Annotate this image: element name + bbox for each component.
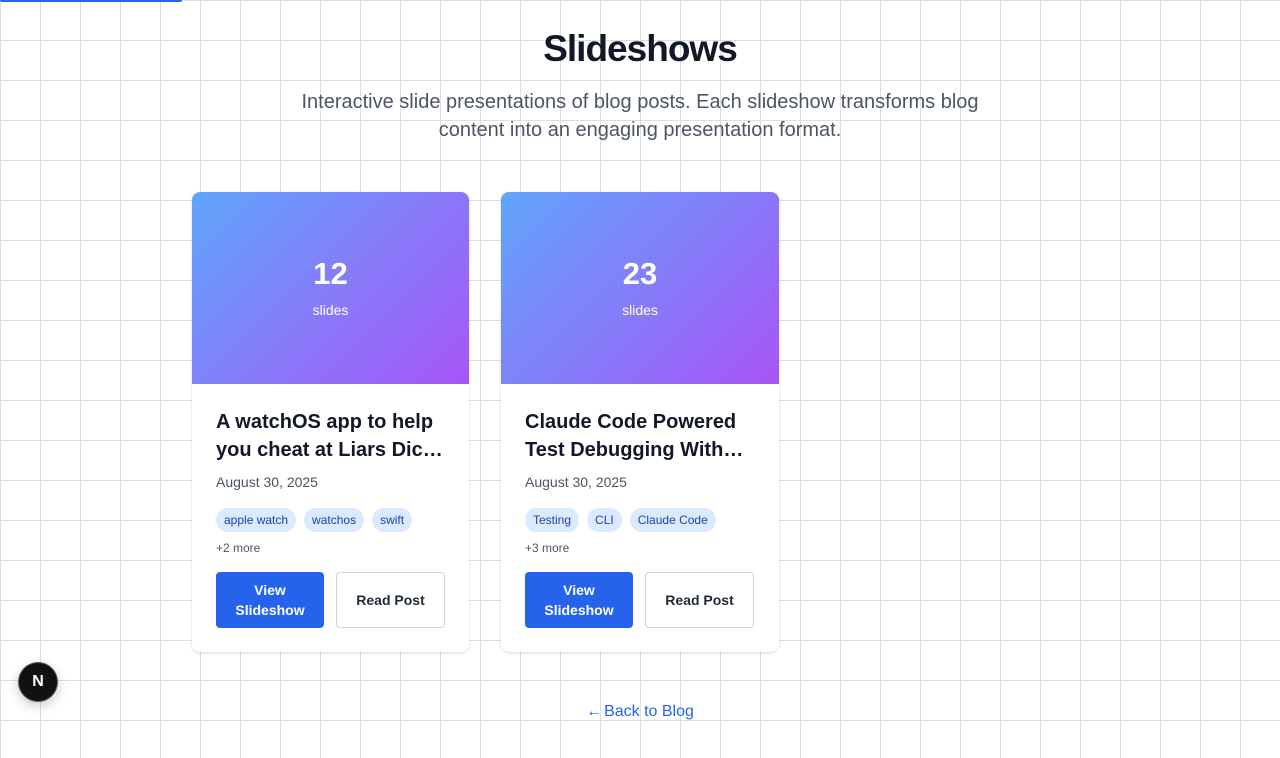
tag: swift	[372, 508, 413, 532]
card-date: August 30, 2025	[525, 474, 627, 490]
card-title: Claude Code Powered Test Debugging Witho…	[525, 411, 755, 461]
tag-list: apple watch watchos swift	[216, 508, 449, 532]
tag: Claude Code	[629, 508, 716, 532]
read-post-label: Read Post	[665, 592, 734, 608]
arrow-left-icon: ←	[586, 703, 603, 720]
card-title: A watchOS app to help you cheat at Liars…	[216, 411, 434, 461]
page-subtitle: Interactive slide presentations of blog …	[301, 91, 979, 141]
tag-list: Testing CLI Claude Code	[525, 508, 759, 532]
back-to-blog-link[interactable]: ← Back to Blog	[0, 703, 1280, 721]
read-post-button[interactable]: Read Post	[645, 572, 754, 628]
read-post-label: Read Post	[356, 592, 425, 608]
read-post-button[interactable]: Read Post	[336, 572, 445, 628]
card-date: August 30, 2025	[216, 474, 318, 490]
page-title: Slideshows	[543, 28, 738, 69]
slideshow-card: 23 slides Claude Code Powered Test Debug…	[501, 192, 779, 652]
tag: watchos	[304, 508, 365, 532]
card-hero: 12 slides	[192, 192, 469, 384]
tag: Testing	[525, 508, 580, 532]
slide-unit-label: slides	[312, 302, 349, 318]
tag: apple watch	[216, 508, 297, 532]
more-tags-count: +3 more	[525, 541, 570, 555]
card-hero: 23 slides	[501, 192, 779, 384]
nextjs-logo-icon: N	[32, 673, 44, 690]
progress-bar	[0, 0, 182, 2]
more-tags-count: +2 more	[216, 541, 261, 555]
slide-count: 12	[313, 256, 348, 291]
nextjs-dev-badge[interactable]: N	[19, 663, 57, 701]
slide-count: 23	[622, 256, 658, 291]
slideshow-card: 12 slides A watchOS app to help you chea…	[192, 192, 469, 652]
back-to-blog-label: Back to Blog	[604, 703, 694, 720]
slide-unit-label: slides	[622, 302, 658, 318]
view-slideshow-button[interactable]: View Slideshow	[216, 572, 324, 628]
view-slideshow-button[interactable]: View Slideshow	[525, 572, 633, 628]
tag: CLI	[587, 508, 622, 532]
